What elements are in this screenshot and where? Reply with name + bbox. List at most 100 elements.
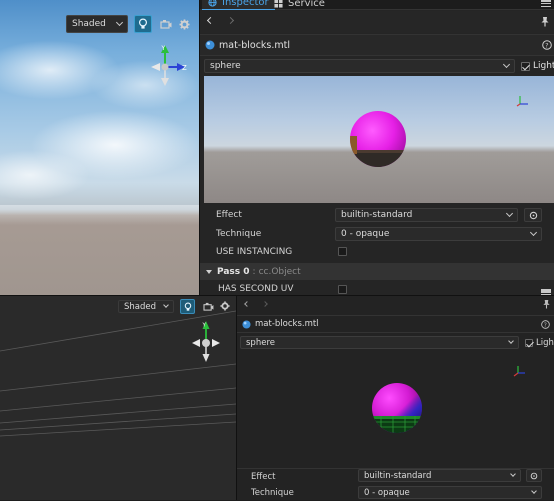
light-checkbox[interactable]: Light [525, 338, 554, 348]
settings-button[interactable] [177, 16, 191, 32]
camera-icon [160, 20, 172, 29]
technique-value: 0 - opaque [341, 229, 390, 239]
chevron-down-icon [529, 228, 538, 237]
camera-icon[interactable] [203, 302, 214, 311]
light-toggle-button[interactable] [180, 299, 195, 314]
forward-button[interactable] [262, 301, 268, 307]
pin-icon[interactable] [540, 16, 550, 27]
pass-title: Pass 0 [217, 266, 250, 277]
tab-inspector-label: Inspector [222, 0, 269, 8]
pass-type: cc.Object [258, 266, 301, 277]
orientation-gizmo[interactable]: Y [190, 318, 224, 366]
lightbulb-icon [184, 302, 191, 311]
crosshair-icon [530, 472, 538, 479]
tab-service[interactable]: Service [270, 0, 329, 10]
light-checkbox-box[interactable] [525, 339, 533, 347]
chevron-down-icon [510, 471, 516, 477]
lightbulb-icon [138, 18, 148, 29]
effect-label: Effect [216, 210, 242, 220]
back-button[interactable] [244, 301, 250, 307]
light-label: Light [533, 61, 554, 71]
orientation-gizmo[interactable]: Y Z [146, 40, 192, 90]
preview-mesh-value: sphere [246, 337, 275, 348]
property-row-has-second-uv: HAS SECOND UV [200, 282, 554, 295]
tab-bar: Inspector Service [200, 0, 554, 10]
chevron-down-icon [163, 302, 169, 308]
technique-label: Technique [216, 229, 262, 239]
use-instancing-checkbox[interactable] [338, 247, 347, 256]
pass-header[interactable]: Pass 0 : cc.Object [200, 263, 554, 280]
horizon-line [0, 205, 199, 225]
has-second-uv-label: HAS SECOND UV [218, 283, 294, 294]
chevron-down-icon [508, 338, 514, 344]
light-label: Light [536, 338, 554, 348]
property-row-use-instancing: USE INSTANCING [200, 243, 554, 260]
svg-text:?: ? [544, 323, 547, 329]
forward-button[interactable] [226, 16, 235, 25]
effect-select[interactable]: builtin-standard [358, 469, 521, 482]
menu-icon[interactable] [541, 0, 551, 7]
preview-mesh-value: sphere [210, 61, 241, 71]
material-preview[interactable] [204, 76, 554, 203]
shading-select[interactable]: Shaded [118, 300, 174, 313]
tab-inspector[interactable]: Inspector [202, 0, 275, 10]
locate-effect-button[interactable] [524, 208, 542, 222]
gear-icon [178, 18, 190, 30]
help-icon[interactable]: ? [541, 320, 550, 329]
technique-select[interactable]: 0 - opaque [335, 227, 542, 241]
preview-mesh-select[interactable]: sphere [240, 336, 519, 349]
has-second-uv-checkbox[interactable] [338, 285, 347, 294]
mini-axis-gizmo [513, 366, 525, 377]
inspector-panel-bottom: mat-blocks.mtl ? sphere Light [236, 289, 554, 500]
scene-view-bottom[interactable]: Shaded Y [0, 295, 236, 500]
globe-icon [208, 0, 217, 7]
technique-select[interactable]: 0 - opaque [358, 486, 542, 499]
back-button[interactable] [206, 16, 215, 25]
shading-select-value: Shaded [124, 301, 157, 312]
chevron-down-icon [505, 209, 514, 218]
chevron-down-icon [531, 488, 537, 494]
tab-service-label: Service [288, 0, 325, 9]
light-toggle-button[interactable] [134, 15, 152, 33]
material-preview[interactable] [240, 352, 554, 464]
crosshair-icon [529, 211, 537, 219]
shading-select[interactable]: Shaded [66, 15, 128, 33]
shading-select-value: Shaded [72, 19, 106, 29]
mini-axis-gizmo [516, 96, 528, 107]
grid-icon [274, 0, 283, 8]
light-checkbox-box[interactable] [521, 61, 530, 71]
effect-label: Effect [251, 471, 276, 482]
material-icon [205, 40, 215, 50]
caret-down-icon [206, 269, 212, 274]
scene-view-top[interactable]: Shaded Y Z [0, 0, 199, 295]
chevron-down-icon [115, 18, 124, 27]
pin-icon[interactable] [542, 299, 551, 309]
inspector-panel-top: Inspector Service mat-blocks.mtl ? spher… [199, 0, 554, 295]
asset-name: mat-blocks.mtl [255, 319, 319, 329]
effect-value: builtin-standard [341, 210, 413, 220]
light-checkbox[interactable]: Light [521, 61, 554, 71]
svg-text:Y: Y [202, 323, 207, 329]
cloud [0, 150, 90, 200]
preview-sphere [350, 111, 406, 167]
nav-row [200, 11, 554, 33]
technique-value: 0 - opaque [364, 487, 410, 498]
pass-separator: : [252, 266, 256, 277]
effect-value: builtin-standard [364, 470, 432, 481]
svg-text:?: ? [545, 42, 548, 50]
material-icon [242, 319, 251, 329]
gear-icon[interactable] [220, 301, 230, 311]
effect-select[interactable]: builtin-standard [335, 208, 518, 222]
locate-effect-button[interactable] [526, 469, 542, 482]
preview-sphere [372, 383, 422, 433]
svg-text:Z: Z [182, 64, 187, 72]
menu-icon[interactable] [541, 289, 551, 295]
asset-header: mat-blocks.mtl ? [237, 315, 554, 333]
preview-mesh-select[interactable]: sphere [204, 59, 515, 73]
technique-label: Technique [251, 488, 294, 498]
help-icon[interactable]: ? [542, 40, 552, 50]
svg-text:Y: Y [161, 45, 166, 52]
camera-button[interactable] [159, 16, 173, 32]
asset-header: mat-blocks.mtl ? [200, 34, 554, 56]
use-instancing-label: USE INSTANCING [216, 246, 293, 257]
